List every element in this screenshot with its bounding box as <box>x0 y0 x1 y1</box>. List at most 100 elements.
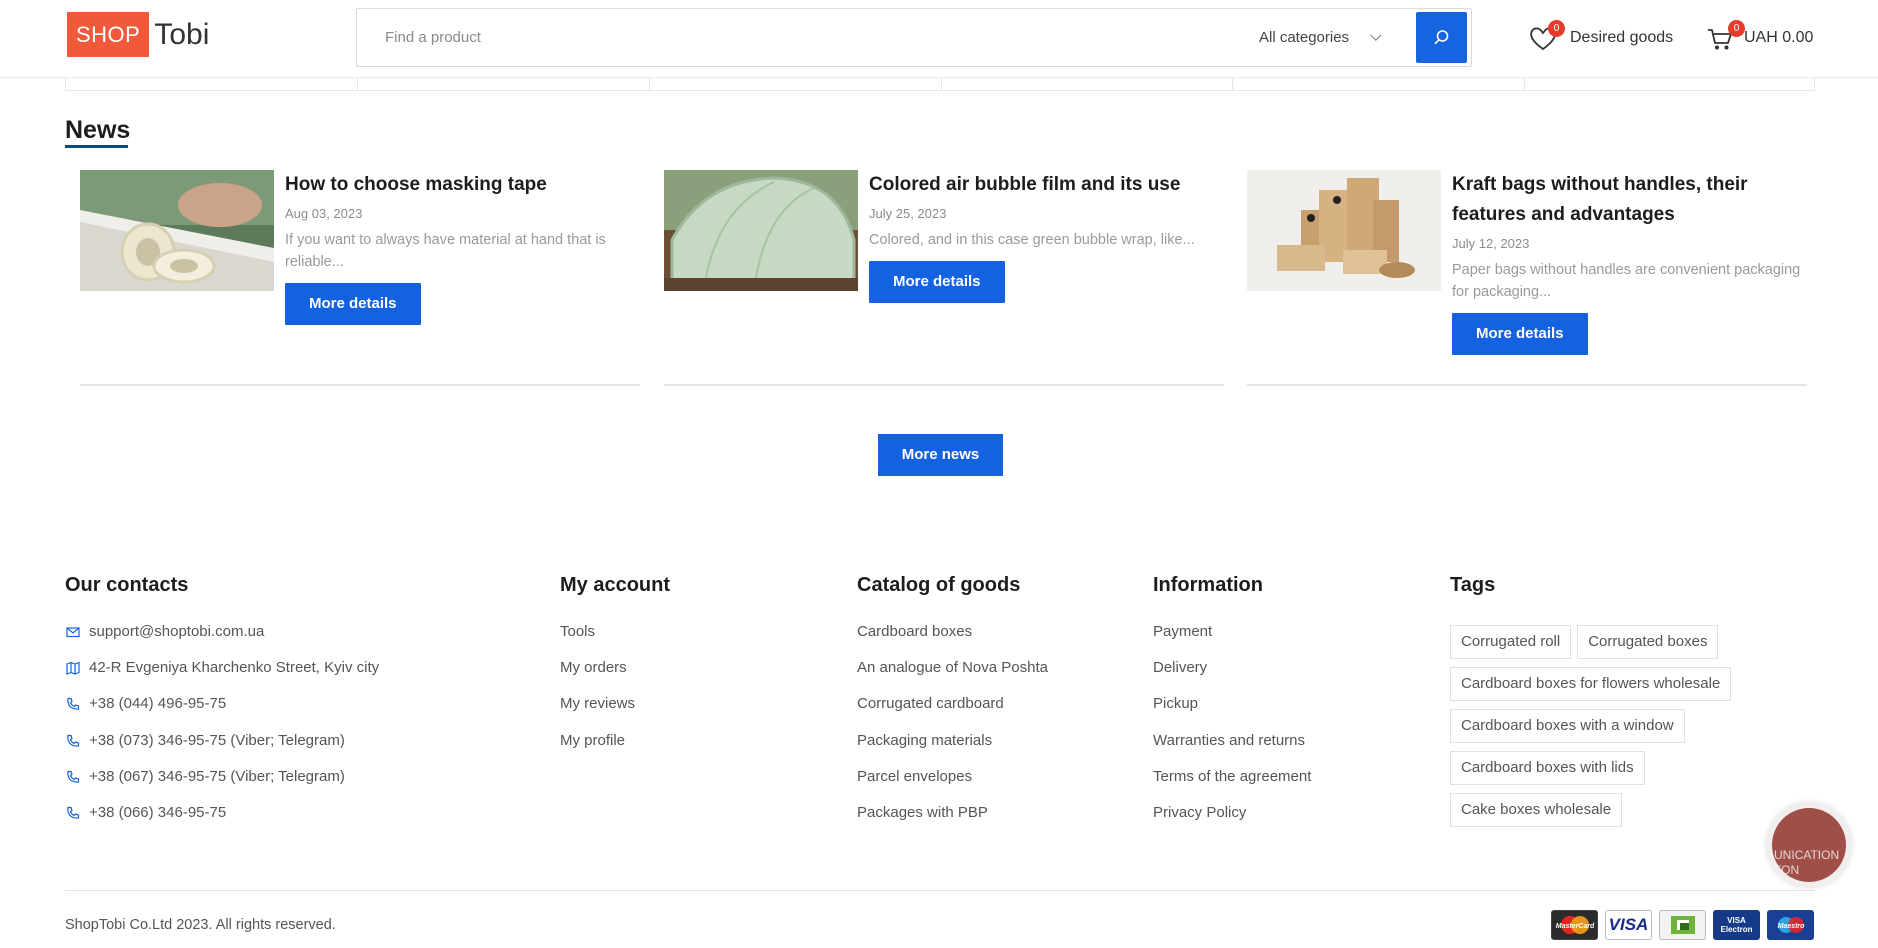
news-heading: News <box>65 116 131 144</box>
search-icon <box>1434 30 1449 45</box>
phone-icon <box>67 770 80 783</box>
wishlist-link[interactable]: 0 Desired goods <box>1528 20 1673 56</box>
tag-item[interactable]: Cardboard boxes for flowers wholesale <box>1450 667 1732 701</box>
news-body: How to choose masking tape Aug 03, 2023 … <box>285 170 640 325</box>
maestro-icon: Maestro <box>1767 910 1814 940</box>
logo-shop-text: SHOP <box>67 12 150 57</box>
mastercard-icon: MasterCard <box>1551 910 1598 940</box>
more-news-button[interactable]: More news <box>878 434 1003 476</box>
footer-link-info[interactable]: Privacy Policy <box>1153 803 1311 839</box>
contact-text: +38 (073) 346-95-75 (Viber; Telegram) <box>89 731 345 749</box>
category-select[interactable]: All categories <box>1259 9 1382 66</box>
phone-icon <box>67 734 80 747</box>
search-bar: All categories <box>356 8 1472 67</box>
communication-label: UNICATION TON <box>1774 848 1840 877</box>
news-title[interactable]: Kraft bags without handles, their featur… <box>1452 170 1807 230</box>
contact-phone[interactable]: +38 (044) 496-95-75 <box>65 694 379 730</box>
news-excerpt: If you want to always have material at h… <box>285 232 606 270</box>
mastercard-label: MasterCard <box>1555 923 1594 930</box>
more-details-button[interactable]: More details <box>869 261 1005 303</box>
cart-total: UAH 0.00 <box>1744 29 1814 46</box>
logo[interactable]: SHOP Tobi <box>67 12 209 57</box>
more-details-button[interactable]: More details <box>285 283 421 325</box>
grid-divider <box>1524 78 1525 91</box>
footer-account: My account Tools My orders My reviews My… <box>560 574 670 767</box>
footer-contacts-heading: Our contacts <box>65 574 189 596</box>
news-body: Colored air bubble film and its use July… <box>869 170 1224 303</box>
contact-phone[interactable]: +38 (067) 346-95-75 (Viber; Telegram) <box>65 767 379 803</box>
contact-address[interactable]: 42-R Evgeniya Kharchenko Street, Kyiv ci… <box>65 658 379 694</box>
phone-icon <box>67 806 80 819</box>
footer-tags-heading: Tags <box>1450 574 1496 596</box>
cart-link[interactable]: 0 UAH 0.00 <box>1706 20 1813 56</box>
product-grid-edge <box>65 78 1815 91</box>
news-card: Colored air bubble film and its use July… <box>664 170 1224 386</box>
mail-icon <box>66 627 80 638</box>
footer-link-catalog[interactable]: Parcel envelopes <box>857 767 1048 803</box>
tag-item[interactable]: Corrugated boxes <box>1577 625 1719 659</box>
news-image-bubble-film[interactable] <box>664 170 858 291</box>
news-title[interactable]: How to choose masking tape <box>285 170 640 200</box>
footer-account-heading: My account <box>560 574 671 596</box>
visa-icon: VISA <box>1605 910 1652 940</box>
search-button[interactable] <box>1416 12 1467 63</box>
contact-text: +38 (044) 496-95-75 <box>89 695 227 713</box>
communication-button-inner: UNICATION TON <box>1772 808 1846 882</box>
phone-icon <box>67 698 80 711</box>
footer-catalog: Catalog of goods Cardboard boxes An anal… <box>857 574 1048 839</box>
footer-divider <box>65 890 1815 891</box>
footer-link-my-orders[interactable]: My orders <box>560 658 670 694</box>
footer-link-info[interactable]: Delivery <box>1153 658 1311 694</box>
footer-link-my-reviews[interactable]: My reviews <box>560 694 670 730</box>
footer-link-catalog[interactable]: Packaging materials <box>857 731 1048 767</box>
contact-phone[interactable]: +38 (073) 346-95-75 (Viber; Telegram) <box>65 731 379 767</box>
footer-catalog-heading: Catalog of goods <box>857 574 1021 596</box>
footer-information: Information Payment Delivery Pickup Warr… <box>1153 574 1311 839</box>
footer-link-info[interactable]: Warranties and returns <box>1153 731 1311 767</box>
news-body: Kraft bags without handles, their featur… <box>1452 170 1807 355</box>
news-title[interactable]: Colored air bubble film and its use <box>869 170 1224 200</box>
news-excerpt: Colored, and in this case green bubble w… <box>869 232 1195 248</box>
news-image-kraft-bags[interactable] <box>1247 170 1441 291</box>
contact-text: +38 (066) 346-95-75 <box>89 803 227 821</box>
tag-item[interactable]: Cake boxes wholesale <box>1450 793 1623 827</box>
category-select-label: All categories <box>1259 29 1350 46</box>
news-heading-underline <box>65 145 128 148</box>
footer-contacts: Our contacts support@shoptobi.com.ua 42-… <box>65 574 379 839</box>
chevron-down-icon <box>1370 29 1382 41</box>
contact-text: support@shoptobi.com.ua <box>89 623 265 640</box>
tag-item[interactable]: Cardboard boxes with lids <box>1450 751 1645 785</box>
communication-button[interactable]: UNICATION TON <box>1766 802 1852 888</box>
wishlist-count-badge: 0 <box>1548 20 1565 37</box>
tag-item[interactable]: Cardboard boxes with a window <box>1450 709 1685 743</box>
footer-link-catalog[interactable]: Packages with PBP <box>857 803 1048 839</box>
footer-tags: Tags <box>1450 574 1495 600</box>
footer-link-catalog[interactable]: Corrugated cardboard <box>857 694 1048 730</box>
contact-text: 42-R Evgeniya Kharchenko Street, Kyiv ci… <box>89 659 380 677</box>
footer-link-tools[interactable]: Tools <box>560 622 670 658</box>
wishlist-label: Desired goods <box>1570 29 1674 46</box>
news-card: How to choose masking tape Aug 03, 2023 … <box>80 170 640 386</box>
footer-link-catalog[interactable]: Cardboard boxes <box>857 622 1048 658</box>
contact-email[interactable]: support@shoptobi.com.ua <box>65 622 379 658</box>
news-date: July 25, 2023 <box>869 206 947 221</box>
footer-link-info[interactable]: Pickup <box>1153 694 1311 730</box>
footer-link-info[interactable]: Terms of the agreement <box>1153 767 1311 803</box>
footer-information-heading: Information <box>1153 574 1263 596</box>
news-date: Aug 03, 2023 <box>285 206 363 221</box>
privat-icon <box>1659 910 1706 940</box>
logo-tobi-text: Tobi <box>154 17 210 51</box>
search-input[interactable] <box>385 9 1185 66</box>
contact-phone[interactable]: +38 (066) 346-95-75 <box>65 803 379 839</box>
footer-link-my-profile[interactable]: My profile <box>560 731 670 767</box>
more-details-button[interactable]: More details <box>1452 313 1588 355</box>
news-image-masking-tape[interactable] <box>80 170 274 291</box>
footer-link-info[interactable]: Payment <box>1153 622 1311 658</box>
footer-link-catalog[interactable]: An analogue of Nova Poshta <box>857 658 1048 694</box>
news-excerpt: Paper bags without handles are convenien… <box>1452 262 1801 300</box>
tag-item[interactable]: Corrugated roll <box>1450 625 1572 659</box>
tag-cloud: Corrugated roll Corrugated boxes Cardboar… <box>1450 625 1750 835</box>
news-card: Kraft bags without handles, their featur… <box>1247 170 1807 386</box>
grid-divider <box>941 78 942 91</box>
contact-text: +38 (067) 346-95-75 (Viber; Telegram) <box>89 767 345 785</box>
